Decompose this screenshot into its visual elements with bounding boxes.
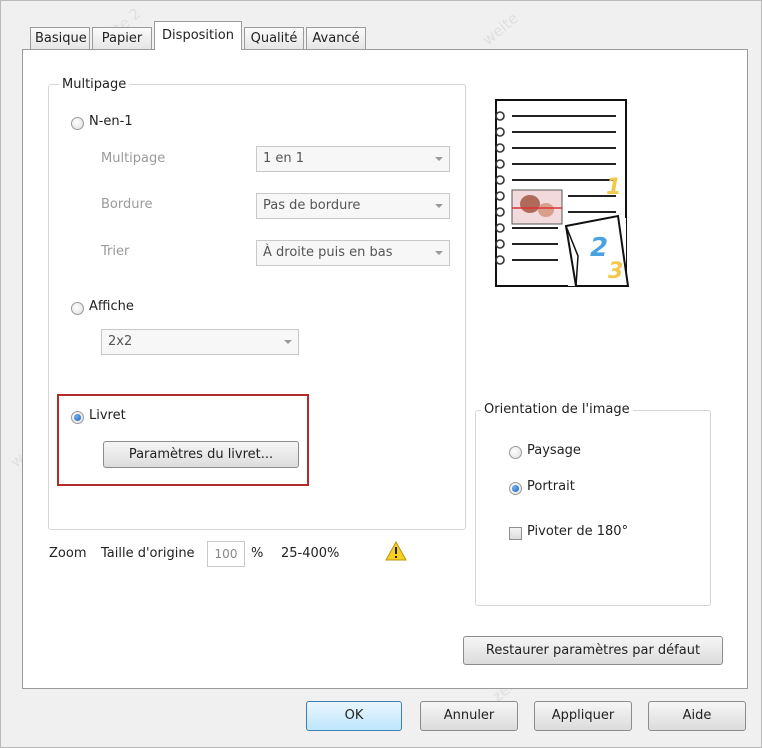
- tab-papier[interactable]: Papier: [92, 27, 152, 49]
- page-number-2: 2: [590, 233, 608, 263]
- poster-value: 2x2: [108, 334, 133, 349]
- landscape-radio[interactable]: [509, 446, 522, 459]
- chevron-down-icon: [435, 204, 443, 208]
- multipage-value: 1 en 1: [263, 151, 305, 166]
- nup-radio-label: N-en-1: [89, 114, 133, 129]
- sort-value: À droite puis en bas: [263, 245, 393, 260]
- portrait-label: Portrait: [527, 479, 575, 494]
- multipage-group-title: Multipage: [59, 77, 130, 92]
- poster-select[interactable]: 2x2: [101, 329, 299, 355]
- sort-label: Trier: [101, 244, 130, 259]
- page-number-3: 3: [608, 259, 623, 284]
- multipage-label: Multipage: [101, 151, 166, 166]
- nup-radio[interactable]: [71, 117, 84, 130]
- disposition-panel: Multipage N-en-1 Multipage 1 en 1 Bordur…: [22, 49, 748, 689]
- border-label: Bordure: [101, 197, 153, 212]
- landscape-label: Paysage: [527, 443, 581, 458]
- booklet-radio-label: Livret: [89, 408, 126, 423]
- apply-button[interactable]: Appliquer: [534, 701, 632, 731]
- cancel-button[interactable]: Annuler: [420, 701, 518, 731]
- chevron-down-icon: [435, 157, 443, 161]
- orientation-group-title: Orientation de l'image: [481, 402, 633, 417]
- zoom-range: 25-400%: [281, 546, 340, 561]
- sort-select[interactable]: À droite puis en bas: [256, 240, 450, 266]
- zoom-input[interactable]: 100: [207, 541, 245, 567]
- help-button[interactable]: Aide: [648, 701, 746, 731]
- border-value: Pas de bordure: [263, 198, 361, 213]
- rotate-label: Pivoter de 180°: [527, 524, 629, 539]
- tab-basique[interactable]: Basique: [30, 27, 90, 49]
- zoom-label: Zoom: [49, 546, 87, 561]
- booklet-radio[interactable]: [71, 411, 84, 424]
- poster-radio[interactable]: [71, 302, 84, 315]
- tab-disposition[interactable]: Disposition: [154, 21, 242, 50]
- portrait-radio[interactable]: [509, 482, 522, 495]
- zoom-unit: %: [251, 546, 264, 561]
- page-number-1: 1: [606, 175, 621, 200]
- chevron-down-icon: [284, 340, 292, 344]
- restore-defaults-button[interactable]: Restaurer paramètres par défaut: [463, 636, 723, 665]
- zoom-original-size-label: Taille d'origine: [101, 546, 195, 561]
- booklet-preview-image: 1 2 3: [495, 99, 630, 287]
- rotate-checkbox[interactable]: [509, 527, 522, 540]
- border-select[interactable]: Pas de bordure: [256, 193, 450, 219]
- tab-qualite[interactable]: Qualité: [244, 27, 304, 49]
- chevron-down-icon: [435, 251, 443, 255]
- orientation-group: [475, 410, 711, 606]
- ok-button[interactable]: OK: [306, 701, 402, 731]
- booklet-settings-button[interactable]: Paramètres du livret...: [103, 441, 299, 468]
- warning-icon: [385, 541, 407, 561]
- poster-radio-label: Affiche: [89, 299, 134, 314]
- multipage-select[interactable]: 1 en 1: [256, 146, 450, 172]
- tab-avance[interactable]: Avancé: [306, 27, 366, 49]
